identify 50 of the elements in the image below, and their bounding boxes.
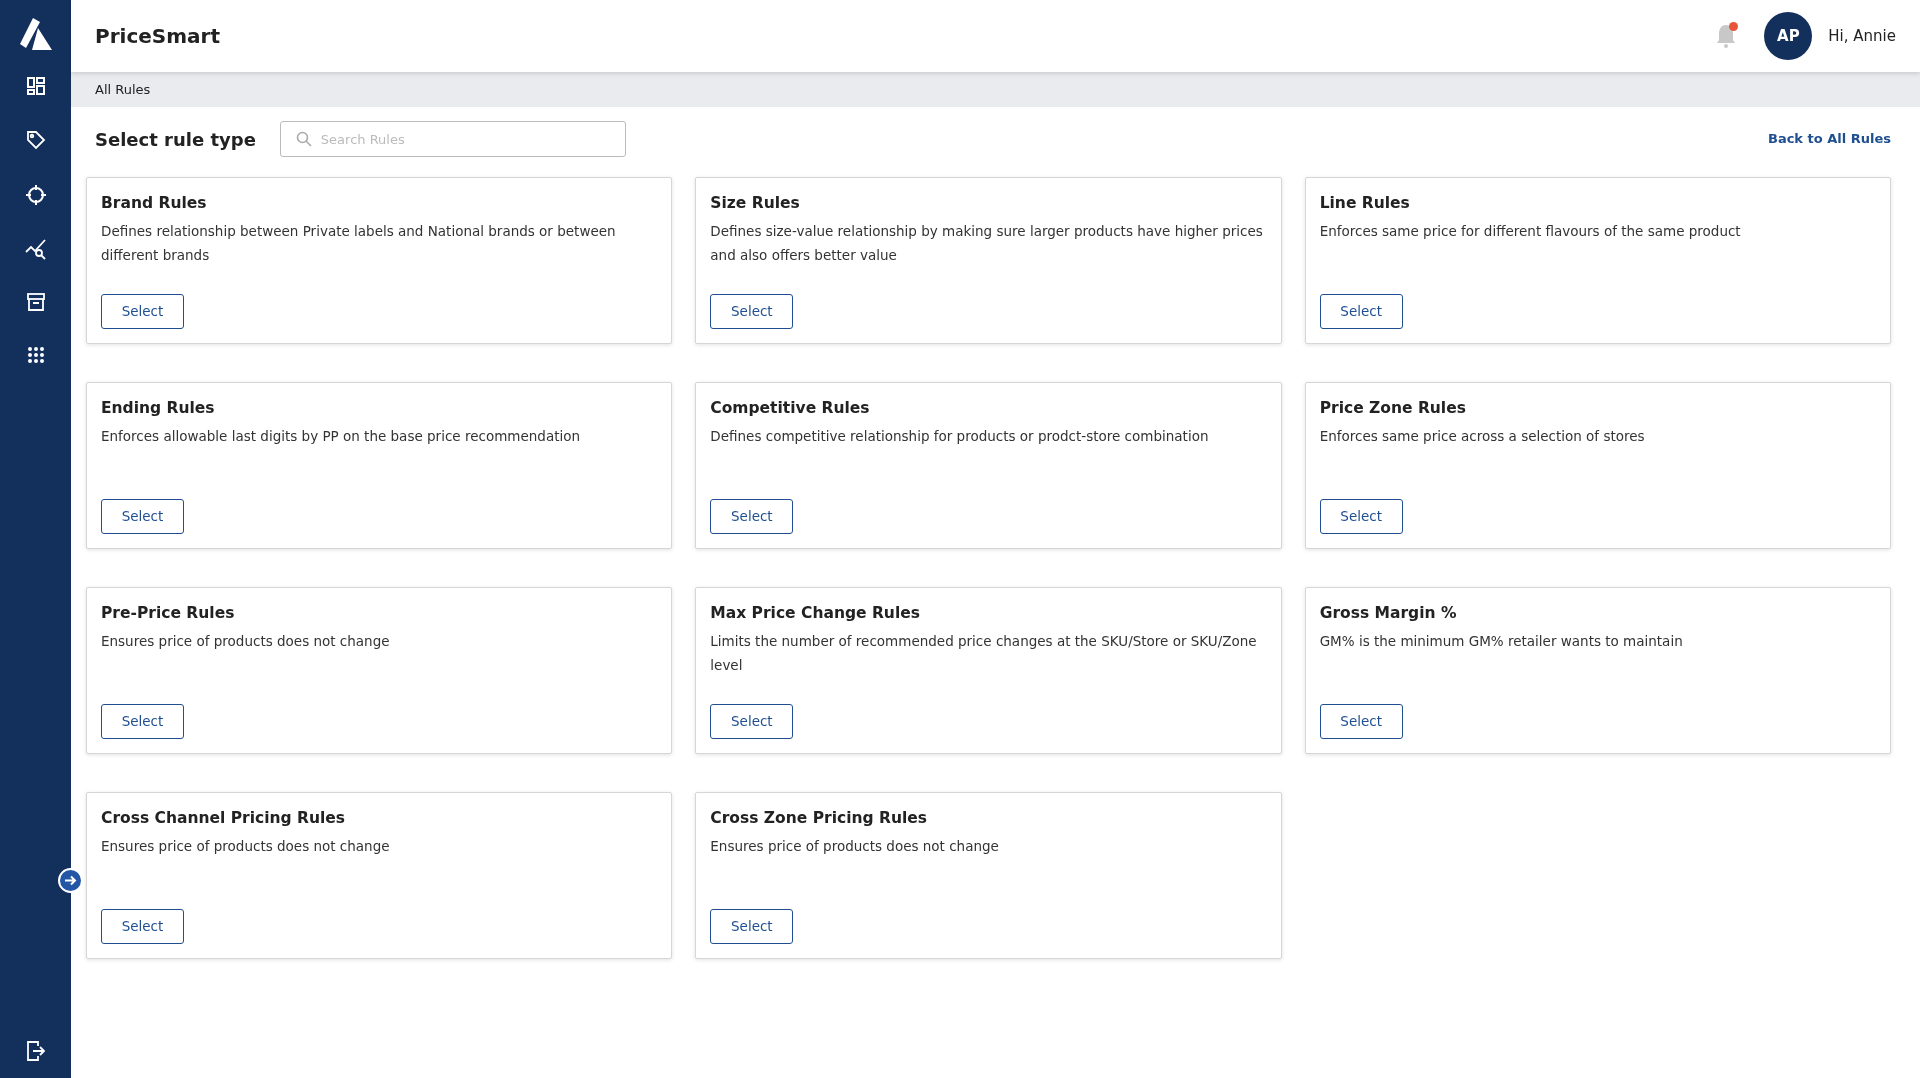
rule-description: GM% is the minimum GM% retailer wants to maintain	[1319, 632, 1684, 652]
select-button[interactable]: Select	[101, 499, 184, 534]
app-title: PriceSmart	[95, 23, 220, 50]
back-link[interactable]: Back to All Rules	[1768, 129, 1891, 149]
rule-description: Ensures price of products does not change	[101, 632, 391, 652]
rule-description: Enforces same price for different flavours of the same product	[1319, 222, 1742, 242]
logo-icon	[17, 16, 54, 52]
apps-icon[interactable]	[26, 346, 45, 364]
rule-title: Cross Channel Pricing Rules	[101, 808, 347, 829]
breadcrumb[interactable]: All Rules	[95, 79, 151, 100]
select-button[interactable]: Select	[710, 909, 794, 944]
rule-title: Price Zone Rules	[1319, 398, 1467, 419]
expand-sidebar-button[interactable]	[58, 868, 83, 893]
chart-search-icon[interactable]	[24, 238, 47, 260]
rule-description: Defines size-value relationship by making sure larger products have higher prices and also offers better value	[710, 222, 1264, 266]
rule-title: Pre-Price Rules	[101, 603, 236, 624]
search-field[interactable]: Search Rules	[279, 121, 626, 157]
select-button[interactable]: Select	[101, 909, 184, 944]
select-button[interactable]: Select	[101, 294, 184, 329]
select-button[interactable]: Select	[1319, 704, 1403, 739]
rule-title: Brand Rules	[101, 193, 208, 214]
rule-description: Limits the number of recommended price changes at the SKU/Store or SKU/Zone level	[710, 632, 1258, 676]
rule-title: Max Price Change Rules	[710, 603, 921, 624]
rule-title: Ending Rules	[101, 398, 216, 419]
rule-description: Defines competitive relationship for products or prodct-store combination	[710, 427, 1210, 447]
select-button[interactable]: Select	[710, 499, 794, 534]
rule-title: Competitive Rules	[710, 398, 871, 419]
rule-description: Ensures price of products does not change	[101, 837, 391, 857]
page-heading: Select rule type	[95, 127, 256, 152]
select-button[interactable]: Select	[1319, 294, 1403, 329]
user-greeting: Hi, Annie	[1828, 25, 1896, 47]
rule-title: Line Rules	[1319, 193, 1411, 214]
select-button[interactable]: Select	[710, 294, 794, 329]
rule-description: Enforces same price across a selection of stores	[1319, 427, 1646, 447]
select-button[interactable]: Select	[710, 704, 794, 739]
select-button[interactable]: Select	[1319, 499, 1403, 534]
user-avatar[interactable]: AP	[1764, 12, 1813, 60]
arrow-right-icon	[64, 874, 77, 887]
rule-description: Ensures price of products does not change	[710, 837, 1000, 857]
rule-title: Gross Margin %	[1319, 603, 1458, 624]
logout-icon[interactable]	[25, 1040, 46, 1062]
rule-title: Size Rules	[710, 193, 801, 214]
tag-icon[interactable]	[25, 130, 46, 150]
select-button[interactable]: Select	[101, 704, 184, 739]
rule-description: Enforces allowable last digits by PP on the base price recommendation	[101, 427, 581, 447]
dashboard-icon[interactable]	[25, 76, 46, 96]
archive-icon[interactable]	[25, 292, 46, 312]
crosshair-icon[interactable]	[24, 184, 47, 206]
rule-description: Defines relationship between Private labels and National brands or between different brands	[101, 222, 617, 266]
rule-title: Cross Zone Pricing Rules	[710, 808, 929, 829]
